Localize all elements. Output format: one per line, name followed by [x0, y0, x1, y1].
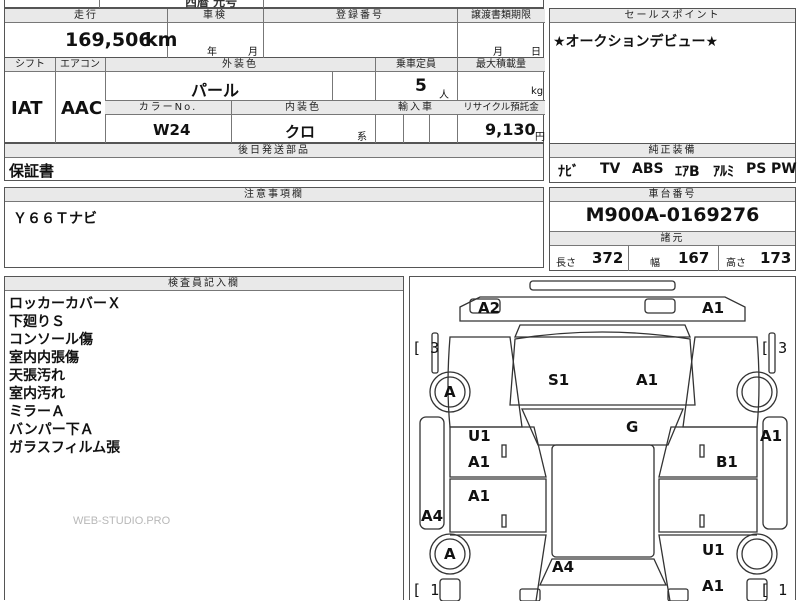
glass-rating-rear-left: [ 1 — [412, 581, 440, 599]
memo-line: ガラスフィルム張 — [9, 440, 121, 456]
notes-text: Ｙ６６Ｔナビ — [13, 211, 97, 227]
later-parts-label: 後日発送部品 — [5, 144, 543, 158]
inspection-year-unit: 年 — [207, 47, 217, 58]
aircon-label: エアコン — [55, 58, 105, 72]
transfer-deadline-label: 譲渡書類期限 — [457, 9, 545, 23]
shift-label: シフト — [5, 58, 55, 72]
equipment-box: 純正装備 ﾅﾋﾞ TV ABS ｴｱB ｱﾙﾐ PS PW — [549, 143, 797, 183]
inspector-memo-box: 検査員記入欄 ロッカーカバーＸ 下廻りＳ コンソール傷 室内内張傷 天張汚れ 室… — [4, 276, 404, 600]
notes-box: 注意事項欄 Ｙ６６Ｔナビ — [4, 187, 544, 268]
equipment-item-navi: ﾅﾋﾞ — [558, 164, 579, 180]
sales-point-box: セールスポイント ★オークションデビュー★ — [549, 8, 796, 145]
damage-right-rear-quarter: U1 — [702, 541, 725, 559]
car-diagram-box: [ 3 [ 3 [ 1 [ 1 A2 A1 S1 A1 G A A U1 A1 … — [409, 276, 796, 601]
seating-label: 乗車定員 — [375, 58, 457, 72]
damage-left-sill: A4 — [421, 507, 444, 525]
length-label: 長さ — [556, 258, 576, 269]
height-value: 173 — [760, 249, 792, 267]
damage-rear-right: A1 — [702, 577, 725, 595]
color-no-label: カラーNo. — [105, 101, 231, 115]
damage-bonnet-right: A1 — [636, 371, 659, 389]
inspection-label: 車検 — [167, 9, 263, 23]
top-strip: 西暦 元号 — [4, 0, 544, 9]
sales-point-text: ★オークションデビュー★ — [553, 34, 719, 50]
damage-rear-center: A4 — [552, 558, 575, 576]
specs-label: 諸元 — [550, 232, 795, 246]
equipment-item-airbag: ｴｱB — [675, 164, 700, 180]
glass-rating-front-right: [ 3 — [760, 339, 788, 357]
chassis-label: 車台番号 — [550, 188, 795, 202]
inspection-month-unit: 月 — [248, 47, 258, 58]
width-label: 幅 — [650, 258, 660, 269]
watermark: WEB-STUDIO.PRO — [73, 515, 171, 527]
interior-color-value: クロ — [285, 123, 316, 141]
memo-line: 室内汚れ — [9, 386, 65, 402]
interior-color-unit: 系 — [357, 132, 367, 143]
damage-bonnet-center: S1 — [548, 371, 570, 389]
equipment-item-pw: PW — [771, 161, 797, 177]
damage-roof: G — [626, 418, 639, 436]
length-value: 372 — [592, 249, 624, 267]
equipment-item-tv: TV — [600, 161, 621, 177]
memo-line: 天張汚れ — [9, 368, 65, 384]
later-parts-box: 後日発送部品 保証書 — [4, 143, 544, 181]
seating-value: 5 — [415, 76, 427, 96]
damage-left-door-upper: U1 — [468, 427, 491, 445]
damage-left-door-lower: A1 — [468, 453, 491, 471]
exterior-color-label: 外装色 — [105, 58, 375, 72]
memo-line: ロッカーカバーＸ — [9, 296, 121, 312]
mileage-label: 走行 — [5, 9, 167, 23]
recycle-fee-unit: 円 — [535, 132, 545, 143]
registration-label: 登録番号 — [263, 9, 457, 23]
width-value: 167 — [678, 249, 710, 267]
chassis-box: 車台番号 M900A-0169276 諸元 長さ 372 幅 167 高さ 17… — [549, 187, 796, 271]
damage-left-rear-door: A1 — [468, 487, 491, 505]
memo-line: コンソール傷 — [9, 332, 93, 348]
memo-line: 室内内張傷 — [9, 350, 79, 366]
exterior-color-value: パール — [191, 81, 240, 100]
sales-point-label: セールスポイント — [550, 9, 795, 23]
mileage-value: 169,506 — [65, 29, 152, 51]
equipment-label: 純正装備 — [550, 144, 795, 158]
height-label: 高さ — [726, 258, 746, 269]
recycle-fee-label: リサイクル預託金 — [457, 101, 545, 115]
glass-rating-front-left: [ 3 — [412, 339, 440, 357]
damage-left-rear-wheel: A — [444, 545, 456, 563]
max-load-unit: kg — [531, 86, 544, 97]
max-load-label: 最大積載量 — [457, 58, 545, 72]
memo-line: 下廻りＳ — [9, 314, 65, 330]
inspector-memo-lines: ロッカーカバーＸ 下廻りＳ コンソール傷 室内内張傷 天張汚れ 室内汚れ ミラー… — [9, 295, 399, 457]
recycle-fee-value: 9,130 — [485, 120, 536, 139]
transfer-day-unit: 日 — [531, 47, 541, 58]
import-car-label: 輸入車 — [375, 101, 457, 115]
damage-left-front-wheel: A — [444, 383, 456, 401]
damage-right-fender: A1 — [760, 427, 783, 445]
memo-line: ミラーＡ — [9, 404, 65, 420]
basic-info-top: 走行 車検 登録番号 譲渡書類期限 169,506 km 年 月 月 日 — [4, 8, 545, 59]
damage-front-right-bumper: A1 — [702, 299, 725, 317]
transfer-month-unit: 月 — [493, 47, 503, 58]
memo-line: バンパー下Ａ — [9, 422, 94, 438]
later-parts-value: 保証書 — [9, 162, 55, 180]
inspector-memo-label: 検査員記入欄 — [5, 277, 403, 291]
damage-front-left-bumper: A2 — [478, 299, 501, 317]
equipment-item-abs: ABS — [632, 161, 664, 177]
seating-unit: 人 — [439, 90, 449, 101]
notes-label: 注意事項欄 — [5, 188, 543, 202]
aircon-value: AAC — [61, 98, 103, 119]
interior-color-label: 内装色 — [231, 101, 375, 115]
color-no-value: W24 — [153, 121, 191, 139]
chassis-value: M900A-0169276 — [585, 204, 760, 226]
equipment-item-ps: PS — [746, 161, 767, 177]
basic-info-middle: シフト エアコン 外装色 乗車定員 最大積載量 IAT AAC パール 5 人 … — [4, 58, 545, 143]
shift-value: IAT — [11, 98, 43, 119]
mileage-unit: km — [145, 29, 178, 51]
equipment-item-alloy: ｱﾙﾐ — [713, 164, 734, 180]
glass-rating-rear-right: [ 1 — [760, 581, 788, 599]
damage-right-door: B1 — [716, 453, 738, 471]
